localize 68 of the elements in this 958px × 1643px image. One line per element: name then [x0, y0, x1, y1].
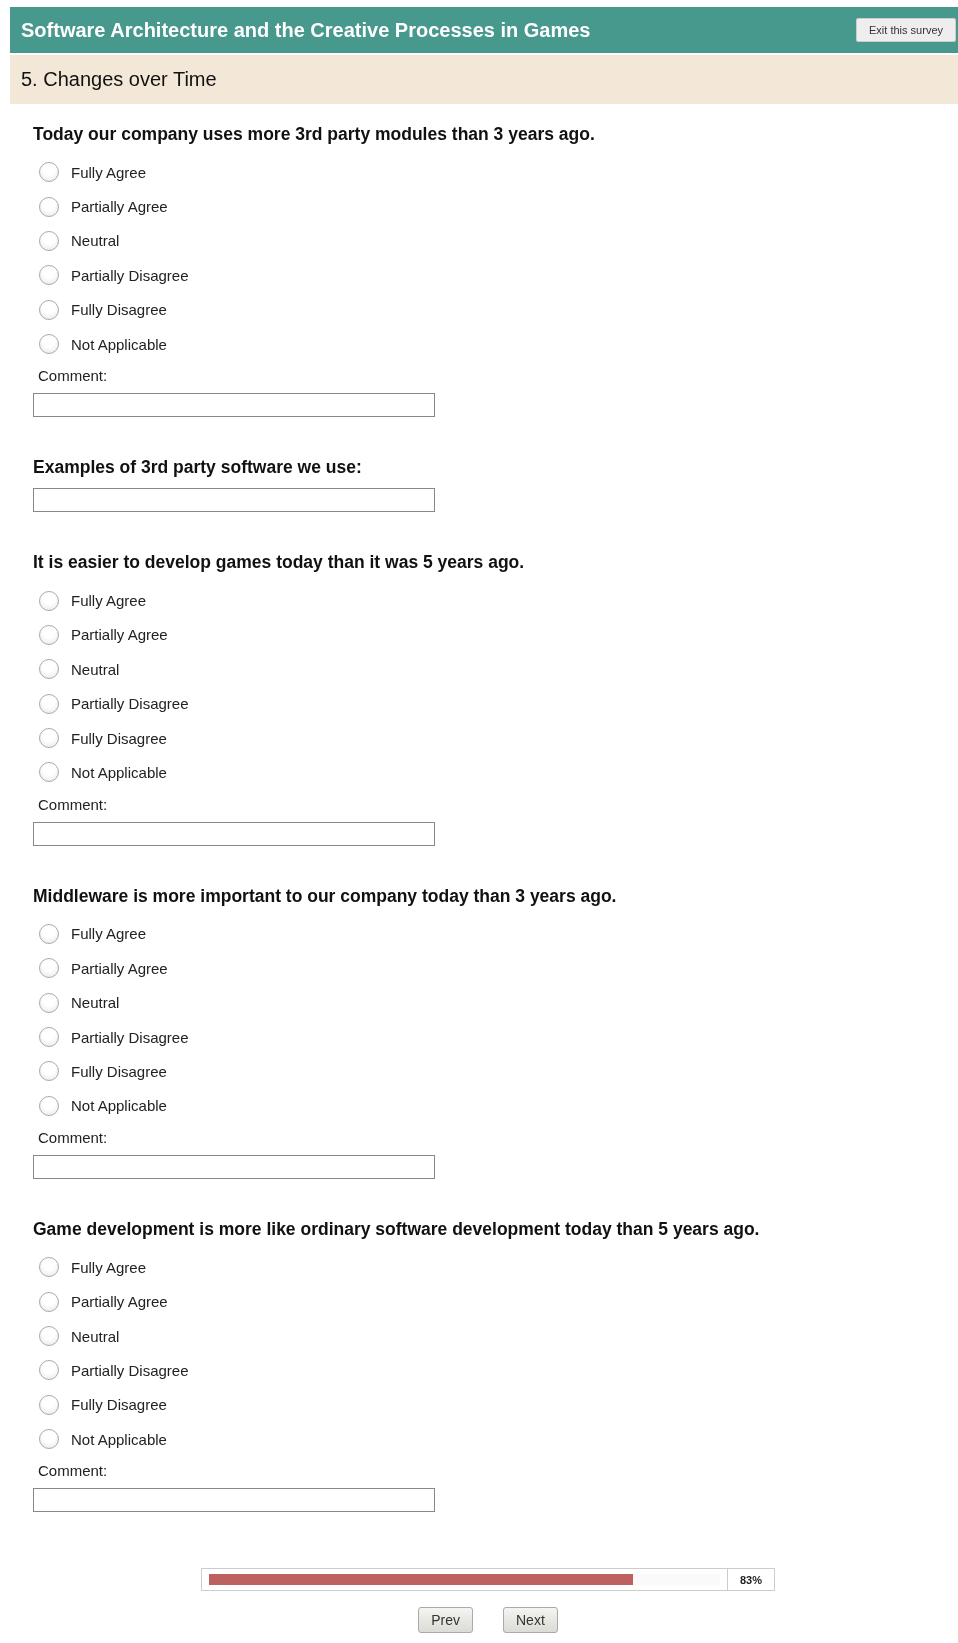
comment-field[interactable]: [33, 1488, 435, 1513]
radio-button[interactable]: [39, 1429, 59, 1450]
radio-button[interactable]: [39, 728, 59, 749]
option-label[interactable]: Partially Disagree: [71, 1028, 189, 1046]
option-label[interactable]: Not Applicable: [71, 335, 167, 353]
radio-button[interactable]: [39, 265, 59, 286]
radio-button[interactable]: [39, 992, 59, 1013]
question-title: Game development is more like ordinary software development today than 5 years ago.: [33, 1219, 761, 1241]
question-title: It is easier to develop games today than it was 5 years ago.: [33, 552, 526, 574]
option-label[interactable]: Partially Agree: [71, 198, 168, 216]
option-label[interactable]: Neutral: [71, 660, 120, 678]
radio-button[interactable]: [39, 659, 59, 680]
comment-label: Comment:: [37, 794, 109, 815]
radio-button[interactable]: [39, 1394, 59, 1415]
option-label[interactable]: Partially Agree: [71, 959, 168, 977]
radio-button[interactable]: [39, 693, 59, 714]
option-label[interactable]: Fully Disagree: [71, 1062, 167, 1080]
radio-button[interactable]: [39, 590, 59, 611]
radio-button[interactable]: [39, 958, 59, 979]
option-label[interactable]: Not Applicable: [71, 764, 167, 781]
option-label[interactable]: Partially Agree: [71, 626, 168, 644]
next-button[interactable]: Next: [503, 1607, 558, 1634]
comment-field[interactable]: [33, 821, 435, 846]
question-title: Middleware is more important to our company today than 3 years ago.: [33, 885, 618, 907]
option-label[interactable]: Fully Agree: [71, 1258, 147, 1276]
prev-button[interactable]: Prev: [418, 1607, 473, 1634]
radio-button[interactable]: [39, 162, 59, 183]
question-title: Examples of 3rd party software we use:: [33, 457, 363, 479]
radio-button[interactable]: [39, 1095, 59, 1116]
option-label[interactable]: Fully Agree: [71, 925, 147, 943]
progress-reading: 83%: [727, 1569, 774, 1591]
option-label[interactable]: Partially Disagree: [71, 695, 189, 713]
option-label[interactable]: Fully Disagree: [71, 1396, 167, 1414]
option-label[interactable]: Neutral: [71, 232, 120, 250]
comment-field[interactable]: [33, 393, 435, 418]
comment-field[interactable]: [33, 1155, 435, 1180]
radio-button[interactable]: [39, 230, 59, 251]
radio-button[interactable]: [39, 299, 59, 320]
option-label[interactable]: Fully Disagree: [71, 729, 167, 747]
comment-label: Comment:: [37, 1461, 109, 1482]
radio-button[interactable]: [39, 1257, 59, 1278]
comment-label: Comment:: [37, 1128, 109, 1149]
radio-button[interactable]: [39, 762, 59, 783]
radio-button[interactable]: [39, 196, 59, 217]
radio-button[interactable]: [39, 1027, 59, 1048]
option-label[interactable]: Neutral: [71, 994, 120, 1012]
radio-button[interactable]: [39, 624, 59, 645]
section-title: 5. Changes over Time: [21, 68, 217, 91]
option-label[interactable]: Not Applicable: [71, 1430, 167, 1448]
option-label[interactable]: Partially Disagree: [71, 1361, 189, 1379]
option-label[interactable]: Not Applicable: [71, 1097, 167, 1115]
option-label[interactable]: Neutral: [71, 1327, 120, 1345]
exit-survey-button[interactable]: Exit this survey: [856, 18, 956, 42]
radio-button[interactable]: [39, 1326, 59, 1346]
question-title: Today our company uses more 3rd party modules than 3 years ago.: [33, 124, 596, 145]
radio-button[interactable]: [39, 334, 59, 355]
radio-button[interactable]: [39, 1061, 59, 1082]
radio-button[interactable]: [39, 1360, 59, 1381]
radio-button[interactable]: [39, 923, 59, 944]
answer-field[interactable]: [33, 488, 435, 513]
option-label[interactable]: Partially Disagree: [71, 266, 189, 284]
option-label[interactable]: Fully Agree: [71, 592, 147, 610]
option-label[interactable]: Partially Agree: [71, 1293, 168, 1311]
radio-button[interactable]: [39, 1291, 59, 1312]
comment-label: Comment:: [37, 366, 109, 387]
option-label[interactable]: Fully Disagree: [71, 301, 167, 319]
survey-title: Software Architecture and the Creative Processes in Games: [21, 18, 591, 42]
option-label[interactable]: Fully Agree: [71, 163, 147, 181]
